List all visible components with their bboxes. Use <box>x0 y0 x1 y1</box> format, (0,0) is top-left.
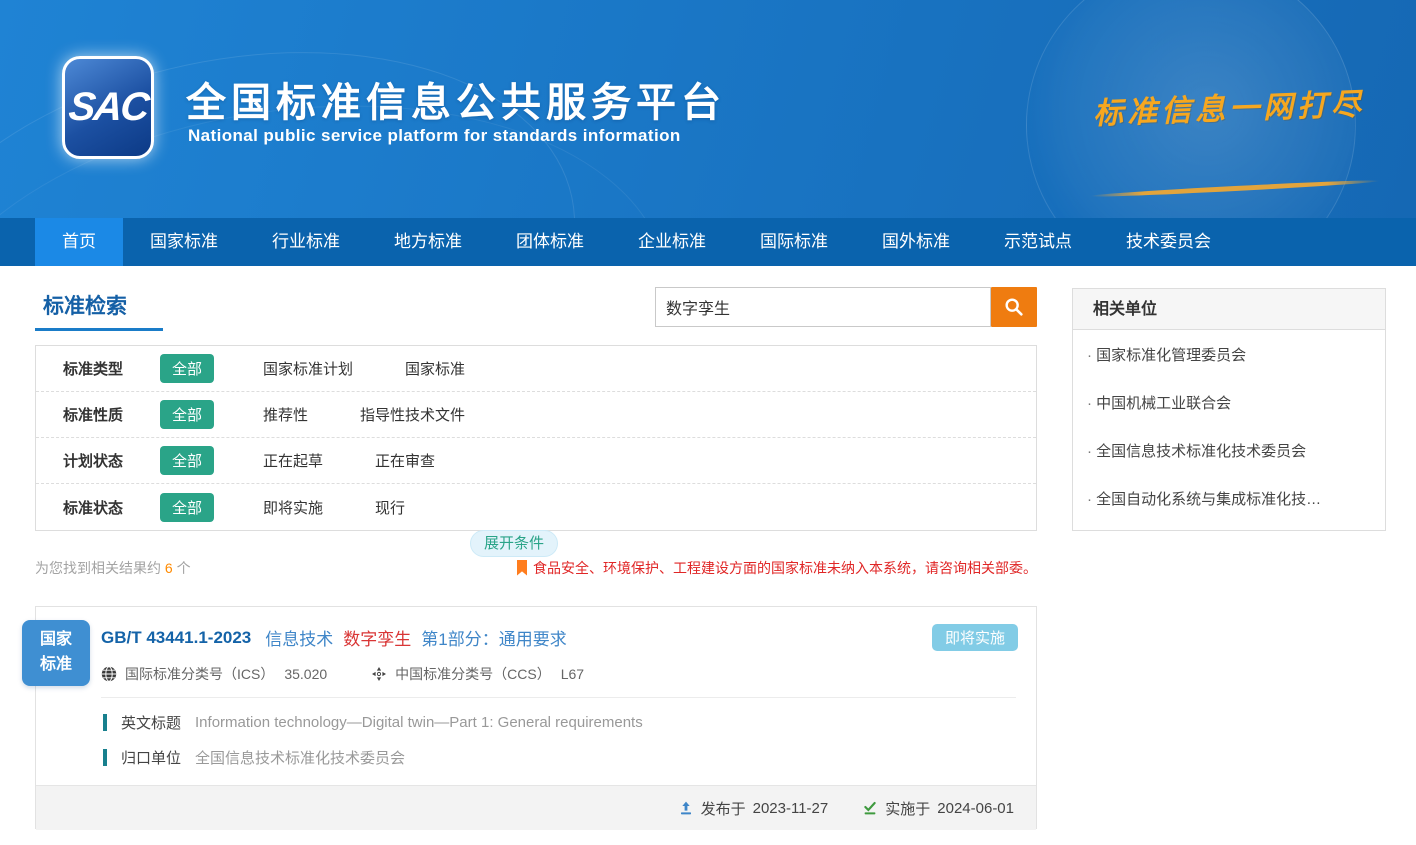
page-title-underline <box>35 328 163 331</box>
sac-logo-text: SAC <box>66 85 149 130</box>
ics-label: 国际标准分类号（ICS） <box>125 664 274 684</box>
standard-title-row: GB/T 43441.1-2023 信息技术 数字孪生 第1部分：通用要求 即将… <box>36 607 1036 651</box>
results-summary: 为您找到相关结果约 6 个 <box>35 558 191 578</box>
search-bar <box>655 287 1037 327</box>
results-summary-prefix: 为您找到相关结果约 <box>35 560 165 576</box>
nav-tab-enterprise-standards[interactable]: 企业标准 <box>611 218 733 266</box>
related-units-panel: 相关单位 国家标准化管理委员会 中国机械工业联合会 全国信息技术标准化技术委员会… <box>1072 288 1386 531</box>
filter-all-button[interactable]: 全部 <box>160 493 214 522</box>
compass-cross-icon <box>371 666 387 682</box>
standard-title-suffix[interactable]: 第1部分：通用要求 <box>421 625 566 650</box>
filter-row-standard-status: 标准状态 全部 即将实施 现行 <box>36 484 1036 530</box>
content-area: 标准检索 标准类型 全部 国家标准计划 国家标准 <box>0 266 1416 845</box>
nav-tab-industry-standards[interactable]: 行业标准 <box>245 218 367 266</box>
publish-upload-icon <box>678 800 694 816</box>
related-unit-link[interactable]: 全国信息技术标准化技术委员会 <box>1073 426 1385 474</box>
filter-option[interactable]: 正在起草 <box>263 450 323 471</box>
results-summary-suffix: 个 <box>173 560 191 576</box>
english-title-label: 英文标题 <box>121 712 181 733</box>
card-footer: 发布于 2023-11-27 实施于 2024-06-01 <box>36 785 1036 830</box>
site-header: SAC 全国标准信息公共服务平台 National public service… <box>0 0 1416 218</box>
globe-icon <box>101 666 117 682</box>
filter-row-standard-nature: 标准性质 全部 推荐性 指导性技术文件 <box>36 392 1036 438</box>
ics-value: 35.020 <box>284 666 327 682</box>
published-date-group: 发布于 2023-11-27 <box>678 798 829 819</box>
notice-text: 食品安全、环境保护、工程建设方面的国家标准未纳入本系统，请咨询相关部委。 <box>533 558 1037 578</box>
standard-type-badge[interactable]: 国家 标准 <box>22 620 90 686</box>
page-title: 标准检索 <box>43 290 127 320</box>
ics-classification: 国际标准分类号（ICS） 35.020 <box>101 664 327 684</box>
ccs-label: 中国标准分类号（CCS） <box>395 664 551 684</box>
site-title: 全国标准信息公共服务平台 <box>186 70 726 128</box>
type-badge-line2: 标准 <box>40 653 72 678</box>
english-title-row: 英文标题 Information technology—Digital twin… <box>103 712 1016 733</box>
nav-tab-group-standards[interactable]: 团体标准 <box>489 218 611 266</box>
main-nav: 首页 国家标准 行业标准 地方标准 团体标准 企业标准 国际标准 国外标准 示范… <box>0 218 1416 266</box>
type-badge-line1: 国家 <box>40 628 72 653</box>
implemented-date: 2024-06-01 <box>937 800 1014 817</box>
committee-row: 归口单位 全国信息技术标准化技术委员会 <box>103 747 1016 768</box>
standard-title-highlight[interactable]: 数字孪生 <box>343 625 411 650</box>
search-button[interactable] <box>991 287 1037 327</box>
filter-option[interactable]: 国家标准计划 <box>263 358 353 379</box>
filter-option[interactable]: 推荐性 <box>263 404 308 425</box>
filter-option[interactable]: 即将实施 <box>263 497 323 518</box>
filter-option[interactable]: 指导性技术文件 <box>360 404 465 425</box>
related-unit-link[interactable]: 中国机械工业联合会 <box>1073 378 1385 426</box>
related-unit-link[interactable]: 全国自动化系统与集成标准化技… <box>1073 474 1385 522</box>
filter-option[interactable]: 正在审查 <box>375 450 435 471</box>
committee-label: 归口单位 <box>121 747 181 768</box>
card-divider <box>101 697 1016 698</box>
field-accent-bar <box>103 714 107 731</box>
filter-option[interactable]: 现行 <box>375 497 405 518</box>
search-input[interactable] <box>655 287 991 327</box>
nav-tab-technical-committees[interactable]: 技术委员会 <box>1099 218 1238 266</box>
results-count: 6 <box>165 560 173 576</box>
filter-label: 标准类型 <box>63 358 160 379</box>
system-notice: 食品安全、环境保护、工程建设方面的国家标准未纳入本系统，请咨询相关部委。 <box>516 558 1037 578</box>
nav-tab-local-standards[interactable]: 地方标准 <box>367 218 489 266</box>
standard-code-link[interactable]: GB/T 43441.1-2023 <box>101 628 251 648</box>
related-units-title: 相关单位 <box>1073 289 1385 330</box>
implement-check-icon <box>862 800 878 816</box>
filter-label: 计划状态 <box>63 450 160 471</box>
bookmark-icon <box>516 560 528 576</box>
filter-option[interactable]: 国家标准 <box>405 358 465 379</box>
filter-label: 标准状态 <box>63 497 160 518</box>
site-subtitle: National public service platform for sta… <box>188 126 681 146</box>
nav-tab-home[interactable]: 首页 <box>35 218 123 266</box>
ccs-value: L67 <box>561 666 584 682</box>
ccs-classification: 中国标准分类号（CCS） L67 <box>371 664 584 684</box>
status-badge: 即将实施 <box>932 624 1018 651</box>
sac-logo[interactable]: SAC <box>62 56 154 159</box>
implemented-date-group: 实施于 2024-06-01 <box>862 798 1014 819</box>
filter-row-standard-type: 标准类型 全部 国家标准计划 国家标准 <box>36 346 1036 392</box>
search-icon <box>1003 296 1025 318</box>
implemented-label: 实施于 <box>885 798 930 819</box>
filter-all-button[interactable]: 全部 <box>160 354 214 383</box>
results-info-row: 为您找到相关结果约 6 个 食品安全、环境保护、工程建设方面的国家标准未纳入本系… <box>35 558 1037 578</box>
related-unit-link[interactable]: 国家标准化管理委员会 <box>1073 330 1385 378</box>
classification-row: 国际标准分类号（ICS） 35.020 中国标准分类号（CCS） L67 <box>101 664 1018 684</box>
filter-panel: 标准类型 全部 国家标准计划 国家标准 标准性质 全部 推荐性 指导性技术文件 … <box>35 345 1037 531</box>
filter-all-button[interactable]: 全部 <box>160 446 214 475</box>
english-title-value: Information technology—Digital twin—Part… <box>195 714 643 731</box>
standard-title-prefix[interactable]: 信息技术 <box>265 625 333 650</box>
nav-tab-international-standards[interactable]: 国际标准 <box>733 218 855 266</box>
filter-row-plan-status: 计划状态 全部 正在起草 正在审查 <box>36 438 1036 484</box>
published-date: 2023-11-27 <box>753 800 829 817</box>
published-label: 发布于 <box>701 798 746 819</box>
filter-label: 标准性质 <box>63 404 160 425</box>
expand-conditions-button[interactable]: 展开条件 <box>470 530 558 557</box>
nav-tab-national-standards[interactable]: 国家标准 <box>123 218 245 266</box>
standard-result-card: 国家 标准 GB/T 43441.1-2023 信息技术 数字孪生 第1部分：通… <box>35 606 1037 829</box>
committee-value: 全国信息技术标准化技术委员会 <box>195 747 405 768</box>
nav-tab-foreign-standards[interactable]: 国外标准 <box>855 218 977 266</box>
page: SAC 全国标准信息公共服务平台 National public service… <box>0 0 1416 845</box>
field-accent-bar <box>103 749 107 766</box>
filter-all-button[interactable]: 全部 <box>160 400 214 429</box>
nav-tab-pilot-programs[interactable]: 示范试点 <box>977 218 1099 266</box>
